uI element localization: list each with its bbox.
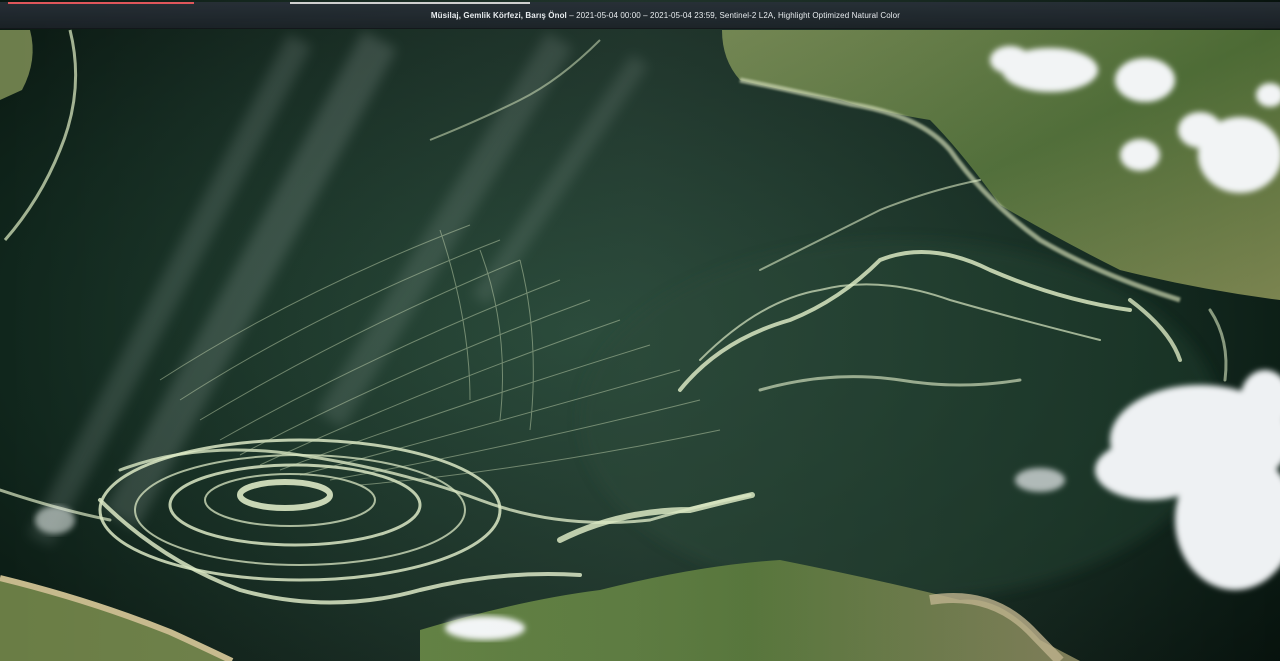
satellite-viewer: Müsilaj, Gemlik Körfezi, Barış Önol – 20… — [0, 0, 1280, 661]
caption-details: – 2021-05-04 00:00 – 2021-05-04 23:59, S… — [566, 10, 900, 20]
haze-overlay — [0, 0, 1280, 661]
caption-title: Müsilaj, Gemlik Körfezi, Barış Önol — [430, 10, 567, 20]
satellite-image — [0, 0, 1280, 661]
image-caption: Müsilaj, Gemlik Körfezi, Barış Önol – 20… — [431, 11, 900, 20]
image-caption-bar: Müsilaj, Gemlik Körfezi, Barış Önol – 20… — [0, 2, 1280, 29]
caption-accent-line — [8, 2, 194, 4]
caption-accent-line-2 — [290, 2, 530, 4]
